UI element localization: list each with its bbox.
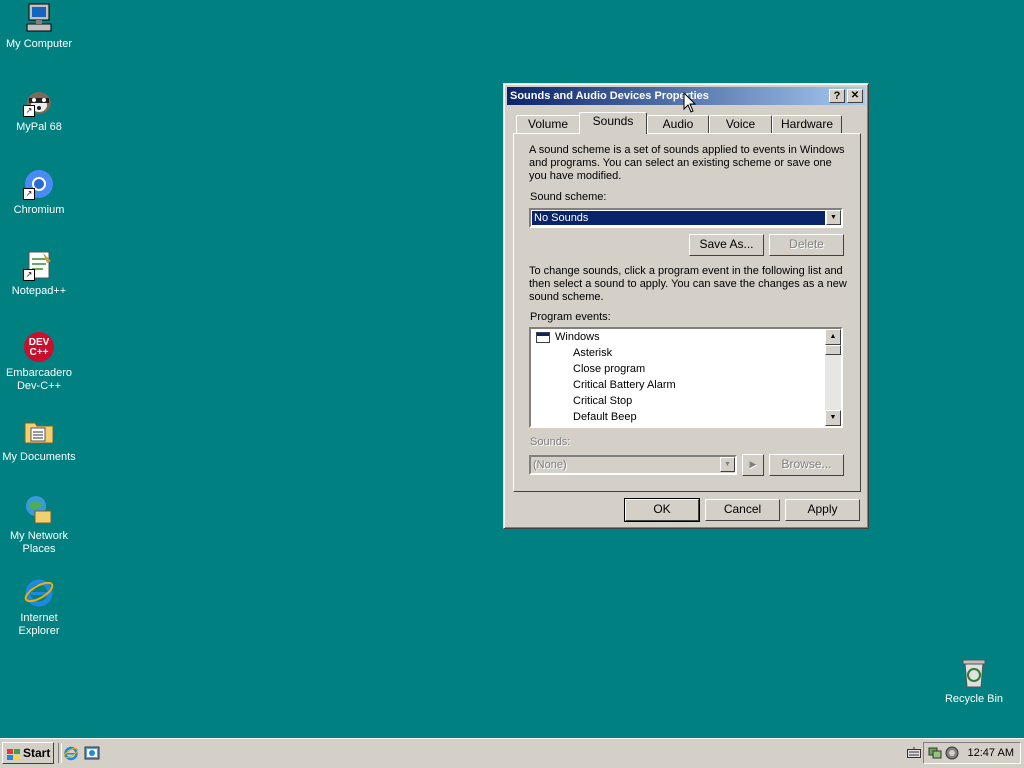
desktop-icon-label: My Documents [2,451,76,463]
event-item[interactable]: Critical Battery Alarm [573,378,676,393]
mouse-cursor-icon [683,92,697,113]
recycle-bin-icon [958,657,990,689]
event-item[interactable]: Default Beep [573,410,637,425]
scroll-down-icon[interactable]: ▼ [825,410,841,426]
desktop-icon-recycle-bin[interactable]: Recycle Bin [935,657,1013,706]
scheme-description: A sound scheme is a set of sounds applie… [529,144,845,182]
events-group-windows[interactable]: Windows [555,330,600,345]
chromium-icon: ↗ [23,168,55,200]
scroll-thumb[interactable] [825,345,841,355]
events-scrollbar[interactable]: ▲ ▼ [825,329,841,426]
documents-folder-icon [23,415,55,447]
desktop-icon-mypal[interactable]: ↗ MyPal 68 [0,85,78,134]
sound-file-value: (None) [533,459,567,471]
taskbar: Start 12:47 AM [0,738,1024,768]
desktop-icon-label: Notepad++ [11,285,67,297]
shortcut-arrow-icon: ↗ [23,188,35,200]
desktop-icon-chromium[interactable]: ↗ Chromium [0,168,78,217]
program-events-list[interactable]: Windows Asterisk Close program Critical … [529,327,843,428]
desktop-icon-label: My Computer [5,38,73,50]
desktop-icon-network-places[interactable]: My Network Places [0,494,78,556]
sound-scheme-label: Sound scheme: [530,191,607,203]
event-item[interactable]: Critical Stop [573,394,632,409]
help-button[interactable]: ? [829,89,845,103]
desktop-icon-internet-explorer[interactable]: Internet Explorer [0,576,78,638]
desktop-icon-my-documents[interactable]: My Documents [0,415,78,464]
desktop-icon-label: Recycle Bin [944,693,1004,705]
internet-explorer-icon [23,576,55,608]
apply-button[interactable]: Apply [785,499,860,521]
desktop-icon-my-computer[interactable]: My Computer [0,2,78,51]
sounds-tab-panel: A sound scheme is a set of sounds applie… [513,133,861,492]
close-button[interactable]: ✕ [847,89,863,103]
internet-explorer-quicklaunch-icon[interactable] [63,745,79,761]
desktop-icon-label: Embarcadero Dev-C++ [5,367,73,392]
event-item[interactable]: Close program [573,362,645,377]
clock[interactable]: 12:47 AM [968,743,1014,763]
devcpp-icon: DEV C++ [23,331,55,363]
play-icon[interactable]: ▶ [742,454,764,476]
cancel-button[interactable]: Cancel [705,499,780,521]
scroll-up-icon[interactable]: ▲ [825,329,841,345]
desktop-icon-label: MyPal 68 [16,121,62,133]
browse-button[interactable]: Browse... [769,454,844,476]
start-button[interactable]: Start [2,742,54,764]
taskbar-divider [58,743,62,763]
desktop-icon-label: Internet Explorer [18,612,60,637]
desktop-icon-devcpp[interactable]: DEV C++ Embarcadero Dev-C++ [0,331,78,393]
windows-logo-icon [7,747,20,760]
network-tray-icon[interactable] [928,746,942,760]
notepadpp-icon: ↗ [23,249,55,281]
delete-button[interactable]: Delete [769,234,844,256]
tab-hardware[interactable]: Hardware [772,115,842,133]
sounds-label: Sounds: [530,436,571,448]
system-tray: 12:47 AM [923,742,1021,764]
save-as-button[interactable]: Save As... [689,234,764,256]
chevron-down-icon[interactable]: ▼ [826,210,841,225]
chevron-down-icon[interactable]: ▼ [720,457,735,472]
shortcut-arrow-icon: ↗ [23,269,35,281]
window-icon [536,332,550,343]
network-globe-icon [23,494,55,526]
change-sounds-description: To change sounds, click a program event … [529,265,847,303]
event-item[interactable]: Asterisk [573,346,612,361]
desktop-icon-notepadpp[interactable]: ↗ Notepad++ [0,249,78,298]
keyboard-icon[interactable] [907,747,921,759]
shortcut-arrow-icon: ↗ [23,105,35,117]
tab-sounds[interactable]: Sounds [579,112,647,134]
volume-tray-icon[interactable] [945,746,959,760]
sound-scheme-select[interactable]: No Sounds ▼ [529,208,843,228]
sound-file-select[interactable]: (None) ▼ [529,455,737,475]
ok-button[interactable]: OK [624,498,700,522]
sound-scheme-value: No Sounds [532,211,825,225]
show-desktop-quicklaunch-icon[interactable] [84,745,100,761]
raccoon-browser-icon: ↗ [23,85,55,117]
tab-audio[interactable]: Audio [647,115,709,133]
tab-voice[interactable]: Voice [709,115,772,133]
tab-volume[interactable]: Volume [516,115,580,133]
desktop-icon-label: Chromium [13,204,65,216]
my-computer-icon [23,2,55,34]
desktop-icon-label: My Network Places [9,530,69,555]
start-label: Start [23,746,51,760]
sounds-audio-properties-dialog: Sounds and Audio Devices Properties ? ✕ … [503,83,869,529]
dialog-title: Sounds and Audio Devices Properties [510,90,709,102]
program-events-label: Program events: [530,311,611,323]
devcpp-glyph-line2: C++ [30,347,49,358]
